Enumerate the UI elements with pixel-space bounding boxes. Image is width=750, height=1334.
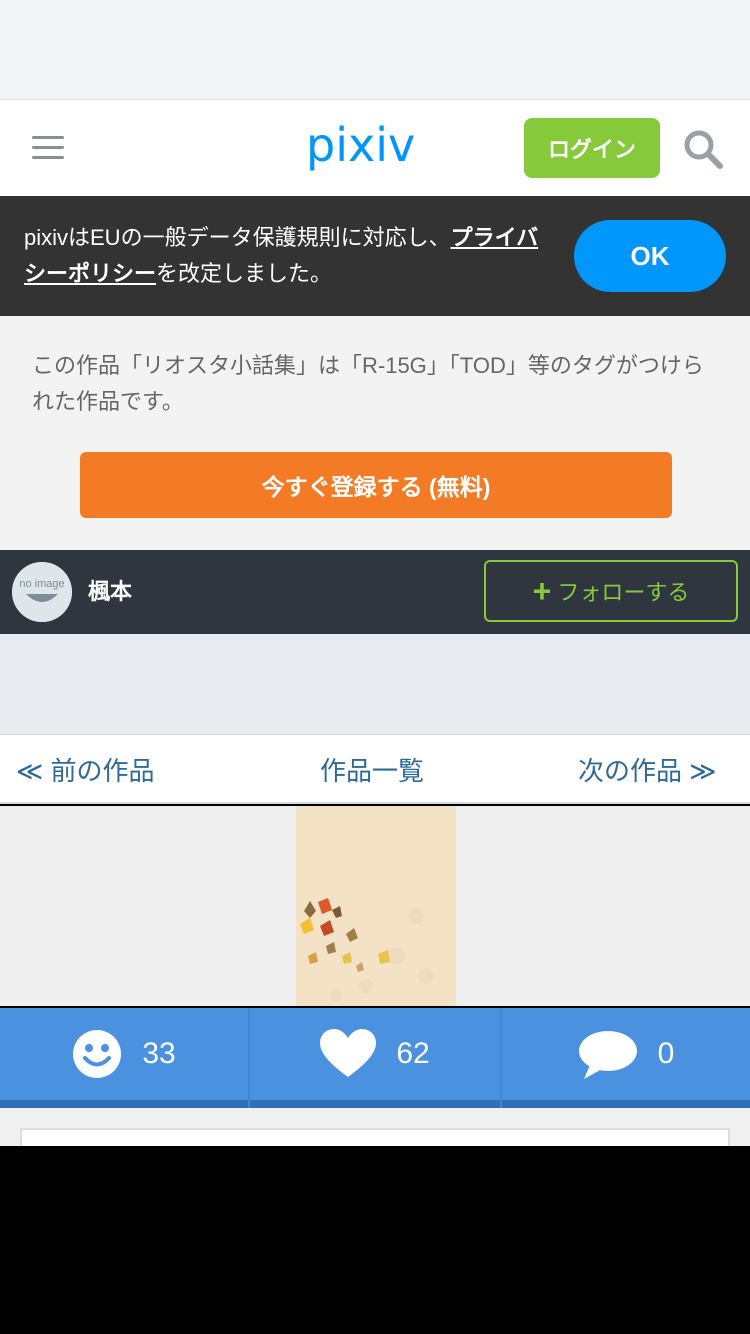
gdpr-text-before: pixivはEUの一般データ保護規則に対応し、 — [24, 225, 451, 250]
avatar[interactable]: no image — [12, 562, 72, 622]
menu-icon[interactable] — [32, 136, 64, 160]
work-navigation: ≪ 前の作品 作品一覧 次の作品 ≫ — [0, 734, 750, 804]
follow-button[interactable]: + フォローする — [484, 560, 738, 622]
gdpr-text-after: を改定しました。 — [156, 261, 333, 286]
prev-work-link[interactable]: ≪ 前の作品 — [16, 751, 154, 788]
login-button[interactable]: ログイン — [524, 118, 660, 178]
artwork-image[interactable] — [296, 806, 456, 1006]
intro-section: この作品「リオスタ小話集」は「R-15G」「TOD」等のタグがつけられた作品です… — [0, 316, 750, 550]
heart-icon — [320, 1029, 377, 1077]
no-image-avatar-icon: no image — [12, 562, 72, 622]
plus-icon: + — [532, 573, 552, 609]
smile-icon — [73, 1030, 122, 1078]
views-stat[interactable]: 33 — [0, 1008, 248, 1108]
likes-stat[interactable]: 62 — [250, 1008, 500, 1108]
pixiv-logo[interactable]: pixiv — [306, 118, 415, 172]
intro-text: この作品「リオスタ小話集」は「R-15G」「TOD」等のタグがつけられた作品です… — [32, 353, 704, 414]
work-list-link[interactable]: 作品一覧 — [320, 751, 424, 788]
register-button[interactable]: 今すぐ登録する (無料) — [80, 452, 672, 518]
user-name[interactable]: 楓本 — [88, 574, 132, 606]
follow-label: フォローする — [557, 580, 690, 605]
artwork-area — [0, 806, 750, 1006]
likes-count: 62 — [396, 1037, 430, 1070]
views-count: 33 — [142, 1037, 176, 1070]
comments-count: 0 — [657, 1037, 675, 1070]
search-icon[interactable] — [682, 128, 724, 170]
svg-text:no image: no image — [19, 578, 64, 590]
user-bar: no image 楓本 + フォローする — [0, 550, 750, 634]
comment-icon — [578, 1031, 637, 1079]
autumn-leaves-illustration — [296, 806, 456, 1006]
gdpr-banner: pixivはEUの一般データ保護規則に対応し、プライバシーポリシーを改定しました… — [0, 196, 750, 316]
app-header: pixiv ログイン — [0, 100, 750, 196]
status-spacer — [0, 0, 750, 100]
stats-bar: 33 62 0 — [0, 1008, 750, 1108]
next-work-link[interactable]: 次の作品 ≫ — [578, 751, 716, 788]
ad-spacer — [0, 634, 750, 734]
content-below — [0, 1108, 750, 1158]
offscreen-area — [0, 1146, 750, 1334]
gdpr-message: pixivはEUの一般データ保護規則に対応し、プライバシーポリシーを改定しました… — [24, 220, 544, 292]
gdpr-ok-button[interactable]: OK — [574, 220, 726, 292]
comments-stat[interactable]: 0 — [502, 1008, 750, 1108]
